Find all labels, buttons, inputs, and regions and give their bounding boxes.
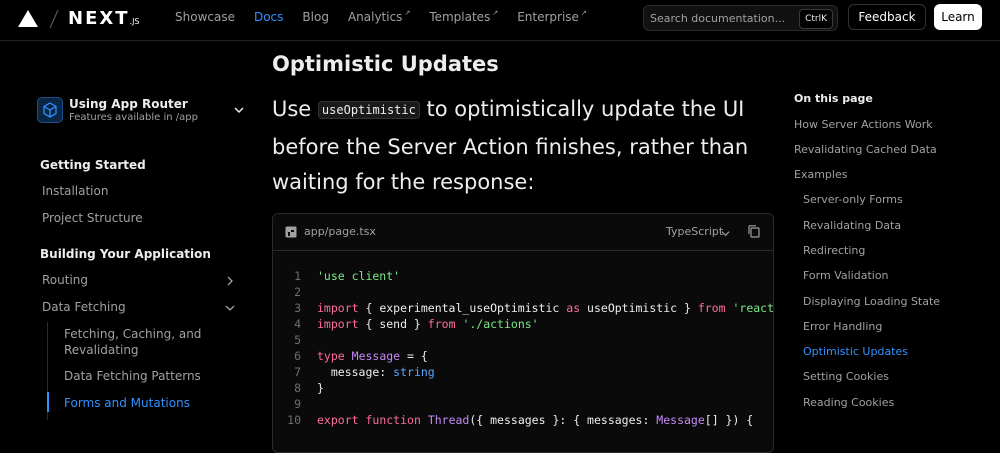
nav-label: Showcase (175, 10, 235, 24)
logo-text: NEXT (68, 8, 130, 29)
toc-item-reading-cookies[interactable]: Reading Cookies (803, 396, 894, 409)
toc-item-redirecting[interactable]: Redirecting (803, 244, 865, 257)
external-arrow-icon: ↗ (404, 9, 411, 17)
sidebar-item-routing[interactable]: Routing (42, 273, 88, 287)
code-line-4: import { send } from './actions' (317, 317, 539, 331)
inline-code: useOptimistic (317, 101, 420, 119)
line-number: 4 (294, 317, 301, 331)
toc-item-displaying-loading-state[interactable]: Displaying Loading State (803, 295, 940, 308)
nav-analytics[interactable]: Analytics ↗ (347, 9, 411, 24)
search-placeholder: Search documentation... (650, 12, 786, 25)
line-number: 3 (294, 301, 301, 315)
language-selector[interactable]: TypeScript (666, 225, 723, 238)
feedback-button[interactable]: Feedback (848, 4, 926, 30)
line-number: 5 (294, 333, 301, 347)
line-number: 7 (294, 365, 301, 379)
chevron-down-icon[interactable] (721, 229, 730, 238)
file-icon (285, 226, 297, 238)
lead-text-before: Use (272, 97, 318, 121)
toc-item-error-handling[interactable]: Error Handling (803, 320, 882, 333)
chevron-down-icon[interactable] (224, 302, 236, 314)
code-line-1: 'use client' (317, 269, 401, 283)
router-title: Using App Router (69, 97, 188, 111)
toc-item-setting-cookies[interactable]: Setting Cookies (803, 370, 889, 383)
sidebar-item-data-fetching[interactable]: Data Fetching (42, 300, 126, 314)
line-number: 10 (287, 413, 301, 427)
search-input[interactable]: Search documentation... CtrlK (643, 5, 838, 31)
copy-icon[interactable] (747, 224, 761, 239)
toc-item-how-server-actions-work[interactable]: How Server Actions Work (794, 118, 933, 131)
sidebar-item-project-structure[interactable]: Project Structure (42, 211, 143, 225)
nav-docs[interactable]: Docs (254, 10, 283, 24)
sidebar-subitem-fetching-caching[interactable]: Fetching, Caching, and Revalidating (64, 326, 214, 358)
line-number: 9 (294, 397, 301, 411)
code-block: app/page.tsx TypeScript 1 'use client' 2… (272, 213, 774, 453)
top-navbar: NEXT.JS Showcase Docs Blog Analytics ↗ Te… (0, 0, 1000, 41)
toc-item-form-validation[interactable]: Form Validation (803, 269, 889, 282)
divider-slash-icon (49, 9, 59, 29)
sidebar-subitem-forms-and-mutations[interactable]: Forms and Mutations (64, 395, 214, 411)
lead-paragraph: Use useOptimistic to optimistically upda… (272, 92, 782, 200)
sidebar-item-installation[interactable]: Installation (42, 184, 108, 198)
chevron-down-icon[interactable] (233, 104, 245, 116)
nav-label: Enterprise (517, 10, 579, 24)
code-line-7: message: string (317, 365, 435, 379)
nav-label: Blog (302, 10, 329, 24)
nav-blog[interactable]: Blog (302, 10, 329, 24)
toc-item-optimistic-updates[interactable]: Optimistic Updates (803, 345, 908, 358)
search-shortcut-badge: CtrlK (799, 9, 833, 29)
cube-icon (37, 97, 63, 123)
sidebar-heading-building: Building Your Application (40, 247, 211, 261)
chevron-right-icon[interactable] (224, 275, 236, 287)
line-number: 1 (294, 269, 301, 283)
line-number: 2 (294, 285, 301, 299)
toc-item-revalidating-cached-data[interactable]: Revalidating Cached Data (794, 143, 937, 156)
external-arrow-icon: ↗ (492, 9, 499, 17)
line-number: 8 (294, 381, 301, 395)
toc-item-examples[interactable]: Examples (794, 168, 847, 181)
toc-item-revalidating-data[interactable]: Revalidating Data (803, 219, 901, 232)
nav-enterprise[interactable]: Enterprise ↗ (517, 9, 587, 24)
nextjs-logo[interactable]: NEXT.JS (68, 8, 140, 29)
sidebar-active-indicator (47, 392, 49, 412)
toc-item-server-only-forms[interactable]: Server-only Forms (803, 193, 903, 206)
nav-templates[interactable]: Templates ↗ (429, 9, 499, 24)
router-switcher[interactable]: Using App Router Features available in /… (37, 96, 249, 126)
code-filename: app/page.tsx (304, 225, 376, 238)
logo-suffix: .JS (129, 17, 140, 26)
code-block-header: app/page.tsx TypeScript (273, 214, 773, 251)
nav-showcase[interactable]: Showcase (175, 10, 235, 24)
section-heading: Optimistic Updates (272, 52, 499, 76)
nav-label: Templates (429, 10, 491, 24)
code-line-10: export function Thread({ messages }: { m… (317, 413, 754, 427)
line-number: 6 (294, 349, 301, 363)
main-nav: Showcase Docs Blog Analytics ↗ Templates ↗… (175, 9, 606, 24)
router-subtitle: Features available in /app (69, 112, 198, 123)
toc-heading: On this page (794, 92, 873, 105)
sidebar-subitem-data-fetching-patterns[interactable]: Data Fetching Patterns (64, 368, 214, 384)
nav-label: Docs (253, 10, 284, 24)
code-line-8: } (317, 381, 324, 395)
code-line-3: import { experimental_useOptimistic as u… (317, 301, 774, 315)
external-arrow-icon: ↗ (580, 9, 587, 17)
sidebar-heading-getting-started: Getting Started (40, 158, 146, 172)
code-line-6: type Message = { (317, 349, 428, 363)
nav-label: Analytics (347, 10, 403, 24)
learn-button[interactable]: Learn (934, 4, 982, 30)
nextjs-triangle-icon[interactable] (18, 10, 38, 27)
